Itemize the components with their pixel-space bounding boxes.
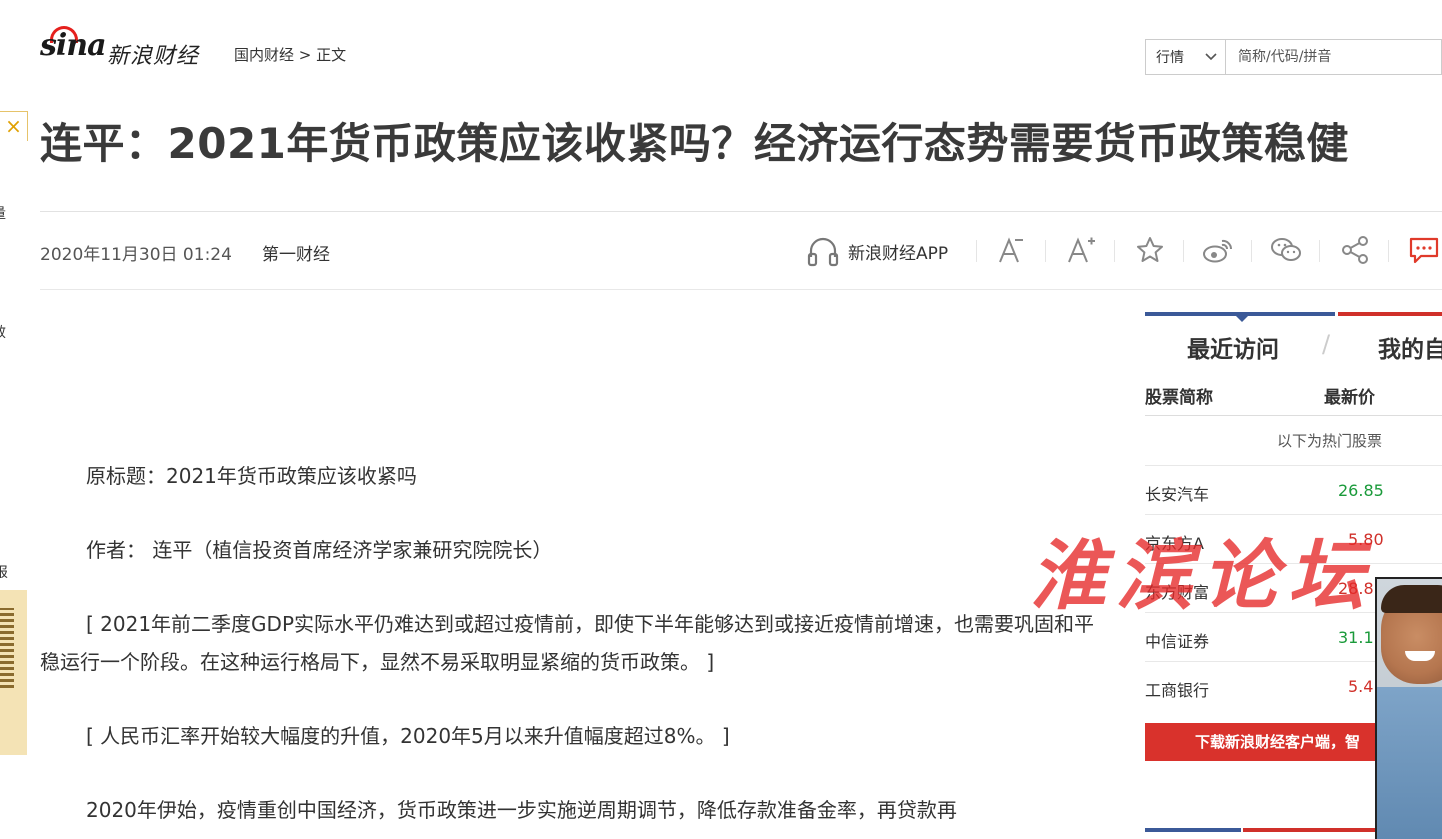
- favorite-button[interactable]: [1132, 232, 1168, 268]
- paragraph-text: 原标题：2021年货币政策应该收紧吗: [86, 464, 417, 488]
- close-icon[interactable]: ×: [0, 111, 28, 141]
- share-wechat-button[interactable]: [1268, 232, 1304, 268]
- left-strip-fragment: 效: [0, 322, 6, 342]
- article-title: 连平：2021年货币政策应该收紧吗？经济运行态势需要货币政策稳健: [40, 119, 1349, 168]
- divider: [1045, 240, 1046, 262]
- divider: [1114, 240, 1115, 262]
- tab-divider: /: [1322, 330, 1331, 358]
- paragraph-text: [ 2021年前二季度GDP实际水平仍难达到或超过疫情前，即使下半年能够达到或接…: [40, 612, 1095, 674]
- article-paragraph: 作者： 连平（植信投资首席经济学家兼研究院院长）: [40, 531, 1100, 569]
- left-strip-fragment: 报: [0, 565, 8, 581]
- stock-price: 26.85: [1338, 481, 1384, 500]
- app-download-link[interactable]: 新浪财经APP: [806, 235, 948, 267]
- paragraph-text: [ 人民币汇率开始较大幅度的升值，2020年5月以来升值幅度超过8%。 ]: [86, 724, 730, 748]
- paragraph-text: 作者： 连平（植信投资首席经济学家兼研究院院长）: [86, 538, 553, 562]
- left-strip-qr-ad[interactable]: [0, 590, 27, 755]
- logo-mark: sina: [40, 28, 107, 63]
- divider: [976, 240, 977, 262]
- breadcrumb: 国内财经 > 正文: [234, 44, 346, 65]
- photo-hair: [1381, 585, 1442, 613]
- divider: [1145, 415, 1442, 416]
- floating-photo-ad[interactable]: [1375, 577, 1442, 839]
- comment-button[interactable]: [1406, 232, 1442, 268]
- quote-type-select[interactable]: 行情: [1146, 40, 1226, 74]
- paragraph-text: 2020年伊始，疫情重创中国经济，货币政策进一步实施逆周期调节，降低存款准备金率…: [86, 798, 957, 822]
- stock-name-link[interactable]: 中信证券: [1145, 628, 1209, 652]
- divider: [1183, 240, 1184, 262]
- stock-name-link[interactable]: 工商银行: [1145, 677, 1209, 701]
- share-button[interactable]: [1337, 232, 1373, 268]
- wechat-icon: [1271, 238, 1301, 261]
- left-strip-fragment: 量: [0, 203, 6, 223]
- watermark: 淮滨论坛: [1030, 531, 1374, 620]
- divider: [1388, 240, 1389, 262]
- qr-code-icon: [0, 608, 14, 688]
- divider: [40, 289, 1442, 290]
- quote-search-box: 行情: [1145, 39, 1442, 75]
- divider: [1145, 465, 1442, 466]
- share-icon: [1342, 236, 1368, 264]
- stock-price: 5.4: [1348, 677, 1374, 696]
- font-increase-button[interactable]: [1063, 232, 1099, 268]
- photo-shirt: [1377, 687, 1442, 839]
- divider: [1251, 240, 1252, 262]
- column-header-name: 股票简称: [1145, 388, 1213, 408]
- font-decrease-icon: [999, 237, 1023, 263]
- stock-price: 31.1: [1338, 628, 1374, 647]
- app-link-label: 新浪财经APP: [848, 243, 949, 264]
- article-source[interactable]: 第一财经: [262, 240, 330, 265]
- tab-indicator: [1338, 312, 1442, 316]
- column-header-price: 最新价: [1324, 388, 1375, 408]
- publish-date: 2020年11月30日 01:24: [40, 245, 232, 265]
- share-weibo-button[interactable]: [1200, 232, 1236, 268]
- weibo-icon: [1203, 239, 1233, 263]
- star-icon: [1137, 237, 1163, 262]
- article-paragraph: 2020年伊始，疫情重创中国经济，货币政策进一步实施逆周期调节，降低存款准备金率…: [40, 791, 1100, 829]
- stock-name-link[interactable]: 长安汽车: [1145, 481, 1209, 505]
- breadcrumb-section-link[interactable]: 国内财经: [234, 46, 294, 64]
- hot-stocks-note: 以下为热门股票: [1277, 432, 1383, 450]
- tab-indicator: [1145, 828, 1241, 832]
- tab-arrow-icon: [1236, 316, 1248, 322]
- divider: [40, 211, 1442, 212]
- breadcrumb-current: 正文: [316, 46, 347, 64]
- quote-type-value: 行情: [1156, 50, 1184, 66]
- logo-text: 新浪财经: [107, 44, 200, 69]
- breadcrumb-separator: >: [298, 46, 312, 64]
- article-paragraph: 原标题：2021年货币政策应该收紧吗: [40, 457, 1100, 495]
- comment-icon: [1409, 237, 1439, 264]
- font-increase-icon: [1068, 237, 1095, 263]
- headphones-icon: [807, 237, 839, 267]
- article-paragraph: [ 人民币汇率开始较大幅度的升值，2020年5月以来升值幅度超过8%。 ]: [40, 717, 1100, 755]
- chevron-down-icon: [1205, 53, 1217, 61]
- article-paragraph: [ 2021年前二季度GDP实际水平仍难达到或超过疫情前，即使下半年能够达到或接…: [40, 605, 1100, 681]
- sina-finance-logo[interactable]: sina 新浪财经: [40, 26, 215, 72]
- tab-my-stocks[interactable]: 我的自: [1378, 330, 1442, 364]
- quote-search-input[interactable]: [1226, 48, 1440, 66]
- font-decrease-button[interactable]: [993, 232, 1029, 268]
- tab-recent-visits[interactable]: 最近访问: [1187, 330, 1279, 364]
- divider: [1319, 240, 1320, 262]
